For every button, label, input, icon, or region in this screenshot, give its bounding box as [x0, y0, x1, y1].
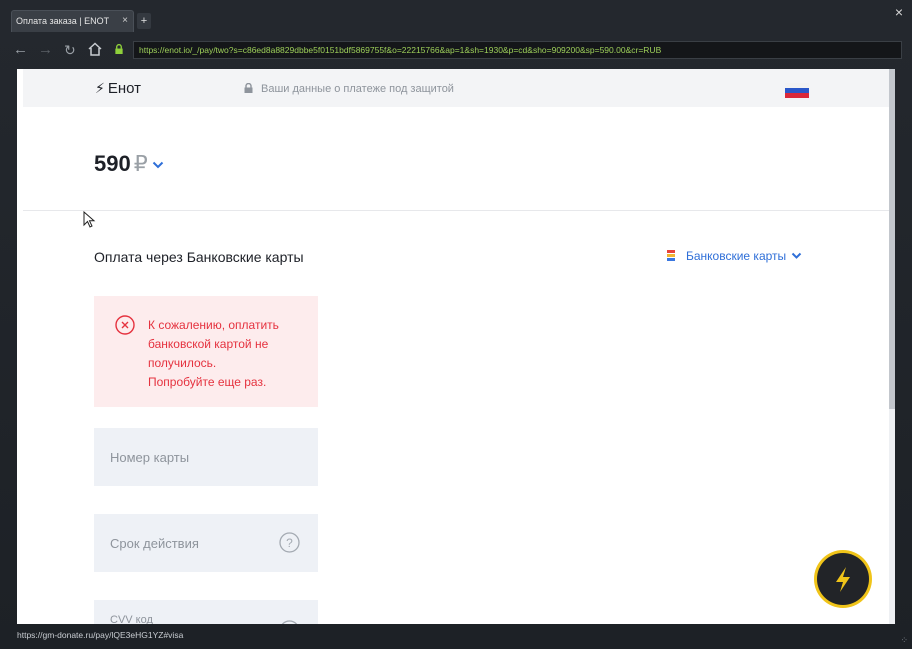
help-icon[interactable] [279, 620, 300, 624]
error-message: К сожалению, оплатить банковской картой … [148, 316, 308, 392]
card-number-input[interactable] [94, 428, 318, 486]
payment-amount[interactable]: 590 ₽ [94, 151, 164, 177]
error-line: К сожалению, оплатить [148, 318, 279, 332]
payment-method-title: Оплата через Банковские карты [94, 249, 304, 265]
address-bar[interactable]: https://enot.io/_/pay/two?s=c86ed8a8829d… [133, 41, 902, 59]
chevron-down-icon [791, 252, 802, 259]
browser-tab[interactable]: Оплата заказа | ENOT × [11, 10, 134, 32]
window-close-icon[interactable]: × [895, 4, 903, 20]
mouse-cursor-icon [83, 211, 96, 228]
tab-title: Оплата заказа | ENOT [16, 16, 110, 26]
payment-page: ⚡︎ Енот Ваши данные о платеже под защитой… [17, 69, 889, 624]
cvv-label: CVV код [110, 614, 153, 624]
expiry-field[interactable]: ? [94, 514, 318, 572]
error-x-icon [115, 315, 135, 335]
enot-assistant-button[interactable] [817, 553, 869, 605]
resize-grip-icon[interactable]: ⁘ [900, 635, 908, 646]
bank-card-icon [667, 250, 675, 261]
cvv-field[interactable]: CVV код [94, 600, 318, 624]
page-scrollbar[interactable] [889, 69, 895, 624]
page-header: ⚡︎ Енот Ваши данные о платеже под защитой [23, 69, 889, 107]
error-line: Попробуйте еще раз. [148, 375, 267, 389]
card-number-field[interactable] [94, 428, 318, 486]
logo-text: Енот [107, 80, 142, 97]
chevron-down-icon[interactable] [152, 161, 164, 169]
lock-icon [244, 83, 253, 93]
divider [23, 210, 889, 211]
tab-close-icon[interactable]: × [122, 11, 128, 31]
scrollbar-thumb[interactable] [889, 69, 895, 409]
secure-lock-icon [115, 44, 123, 54]
browser-toolbar: ← → ↻ https://enot.io/_/pay/two?s=c86ed8… [11, 38, 902, 62]
payment-method-selector[interactable]: Банковские карты [667, 249, 802, 263]
russia-flag-icon[interactable] [785, 83, 809, 98]
page-viewport: ⚡︎ Енот Ваши данные о платеже под защитой… [17, 69, 895, 624]
home-icon[interactable] [88, 38, 102, 62]
bolt-icon [836, 567, 850, 592]
method-selector-label: Банковские карты [686, 249, 787, 263]
error-line: получилось. [148, 356, 217, 370]
back-icon[interactable]: ← [13, 38, 28, 62]
help-icon[interactable]: ? [279, 532, 300, 553]
secure-notice: Ваши данные о платеже под защитой [244, 83, 454, 95]
new-tab-button[interactable]: + [137, 13, 151, 29]
forward-icon[interactable]: → [38, 38, 53, 62]
error-alert: К сожалению, оплатить банковской картой … [94, 296, 318, 407]
error-line: банковской картой не [148, 337, 269, 351]
amount-value: 590 [94, 151, 131, 176]
status-bar-url: https://gm-donate.ru/pay/lQE3eHG1YZ#visa [17, 630, 184, 640]
svg-text:?: ? [286, 536, 293, 550]
reload-icon[interactable]: ↻ [64, 38, 76, 62]
browser-window: Оплата заказа | ENOT × + × ← → ↻ https:/… [0, 0, 912, 649]
currency-symbol: ₽ [133, 151, 148, 176]
enot-logo[interactable]: ⚡︎ Енот [95, 80, 141, 97]
secure-text: Ваши данные о платеже под защитой [261, 83, 454, 95]
bolt-icon: ⚡︎ [95, 80, 105, 96]
